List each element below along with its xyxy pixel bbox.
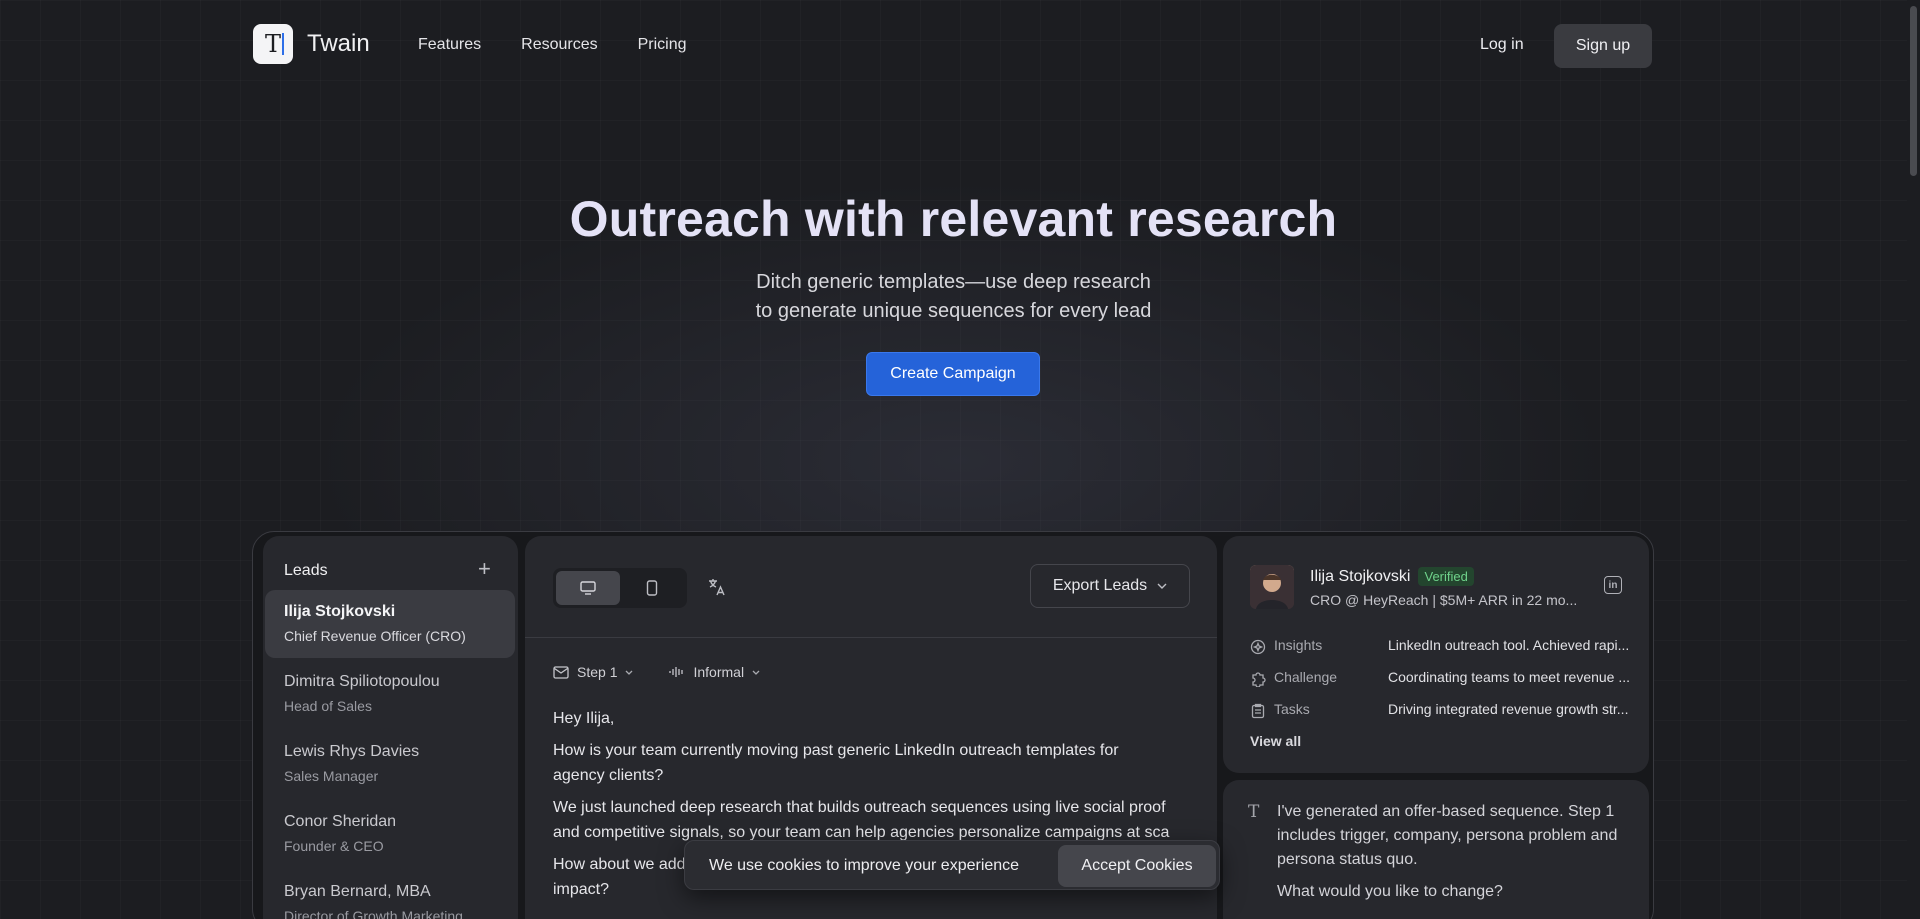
lead-name: Dimitra Spiliotopoulou (284, 673, 440, 690)
verified-badge: Verified (1418, 567, 1474, 586)
lead-role: Director of Growth Marketing (284, 908, 463, 919)
twain-logo-icon: T (253, 24, 293, 64)
row-key: Tasks (1274, 701, 1310, 717)
page-scrollbar[interactable] (1907, 0, 1920, 919)
mail-icon (553, 665, 569, 679)
signup-button[interactable]: Sign up (1554, 24, 1652, 68)
cookie-banner: We use cookies to improve your experienc… (684, 840, 1220, 890)
step-label: Step 1 (577, 664, 618, 680)
tone-selector[interactable]: Informal (669, 664, 760, 680)
waveform-icon (669, 667, 684, 677)
mobile-view-button[interactable] (620, 571, 684, 605)
profile-row-challenge: Challenge Coordinating teams to meet rev… (1250, 669, 1630, 689)
mobile-icon (646, 580, 658, 596)
lead-name: Conor Sheridan (284, 813, 397, 830)
scrollbar-thumb[interactable] (1910, 6, 1917, 176)
email-paragraph: How is your team currently moving past g… (553, 742, 1119, 784)
profile-role: CRO @ HeyReach | $5M+ ARR in 22 mo... (1310, 592, 1578, 608)
tone-label: Informal (693, 664, 745, 680)
create-campaign-button[interactable]: Create Campaign (866, 352, 1040, 396)
lead-role: Sales Manager (284, 768, 379, 784)
lead-item[interactable]: Lewis Rhys Davies Sales Manager (265, 730, 515, 798)
desktop-icon (580, 581, 596, 595)
chevron-down-icon (626, 670, 633, 675)
email-paragraph-text: How about we add (553, 856, 686, 873)
editor-divider (525, 637, 1217, 638)
brand-name: Twain (307, 30, 370, 57)
email-paragraph-text: impact? (553, 881, 610, 898)
export-leads-button[interactable]: Export Leads (1030, 564, 1190, 608)
leads-panel: Leads + Ilija Stojkovski Chief Revenue O… (263, 536, 518, 919)
profile-name-row: Ilija Stojkovski Verified (1310, 567, 1474, 586)
clipboard-icon (1251, 703, 1265, 719)
accept-cookies-button[interactable]: Accept Cookies (1058, 845, 1216, 887)
avatar (1250, 565, 1294, 609)
puzzle-icon (1252, 672, 1266, 687)
lead-name: Ilija Stojkovski (284, 603, 396, 620)
lead-role: Chief Revenue Officer (CRO) (284, 628, 466, 644)
step-selector[interactable]: Step 1 (553, 664, 633, 680)
export-leads-label: Export Leads (1052, 577, 1148, 594)
email-greeting: Hey Ilija, (553, 710, 615, 727)
cookie-text: We use cookies to improve your experienc… (709, 857, 1020, 874)
view-all-link[interactable]: View all (1250, 733, 1301, 749)
login-link[interactable]: Log in (1480, 36, 1524, 54)
insights-icon (1250, 639, 1266, 655)
view-toggle (553, 568, 687, 608)
nav-links: Features Resources Pricing (418, 36, 687, 54)
email-paragraph: We just launched deep research that buil… (553, 799, 1170, 841)
profile-name: Ilija Stojkovski (1310, 567, 1411, 585)
row-key: Challenge (1274, 669, 1338, 685)
leads-heading: Leads (284, 562, 328, 579)
lead-name: Bryan Bernard, MBA (284, 883, 431, 900)
assistant-question: What would you like to change? (1277, 883, 1503, 900)
top-nav: T Twain Features Resources Pricing Log i… (0, 0, 1907, 92)
lead-name: Lewis Rhys Davies (284, 743, 420, 760)
lead-role: Head of Sales (284, 698, 372, 714)
lead-role: Founder & CEO (284, 838, 384, 854)
nav-link-pricing[interactable]: Pricing (638, 36, 687, 54)
linkedin-icon[interactable]: in (1604, 576, 1622, 594)
hero-subtitle-line-2: to generate unique sequences for every l… (755, 300, 1152, 322)
hero-subtitle-line-1: Ditch generic templates—use deep researc… (756, 271, 1151, 293)
assistant-logo-icon: T (1248, 802, 1260, 822)
assistant-chat-panel: T I've generated an offer-based sequence… (1223, 780, 1649, 919)
assistant-message: I've generated an offer-based sequence. … (1277, 803, 1618, 868)
brand-logo[interactable]: T Twain (253, 24, 370, 64)
chevron-down-icon (752, 670, 760, 675)
hero-title: Outreach with relevant research (569, 191, 1338, 247)
row-key: Insights (1274, 637, 1323, 653)
row-value: LinkedIn outreach tool. Achieved rapi... (1388, 637, 1630, 653)
nav-link-features[interactable]: Features (418, 36, 481, 54)
chevron-down-icon (1157, 583, 1167, 589)
lead-item[interactable]: Bryan Bernard, MBA Director of Growth Ma… (265, 870, 515, 919)
row-value: Coordinating teams to meet revenue ... (1388, 669, 1631, 685)
lead-profile-panel: Ilija Stojkovski Verified CRO @ HeyReach… (1223, 536, 1649, 773)
row-value: Driving integrated revenue growth str... (1388, 701, 1629, 717)
lead-item[interactable]: Conor Sheridan Founder & CEO (265, 800, 515, 868)
profile-row-tasks: Tasks Driving integrated revenue growth … (1250, 701, 1630, 721)
add-lead-icon[interactable]: + (478, 556, 491, 582)
sequence-options: Step 1 Informal (553, 664, 788, 680)
lead-item[interactable]: Dimitra Spiliotopoulou Head of Sales (265, 660, 515, 728)
nav-link-resources[interactable]: Resources (521, 36, 597, 54)
translate-icon[interactable] (707, 577, 727, 597)
hero-subtitle: Ditch generic templates—use deep researc… (0, 268, 1907, 326)
desktop-view-button[interactable] (556, 571, 620, 605)
profile-row-insights: Insights LinkedIn outreach tool. Achieve… (1250, 637, 1630, 657)
lead-item[interactable]: Ilija Stojkovski Chief Revenue Officer (… (265, 590, 515, 658)
